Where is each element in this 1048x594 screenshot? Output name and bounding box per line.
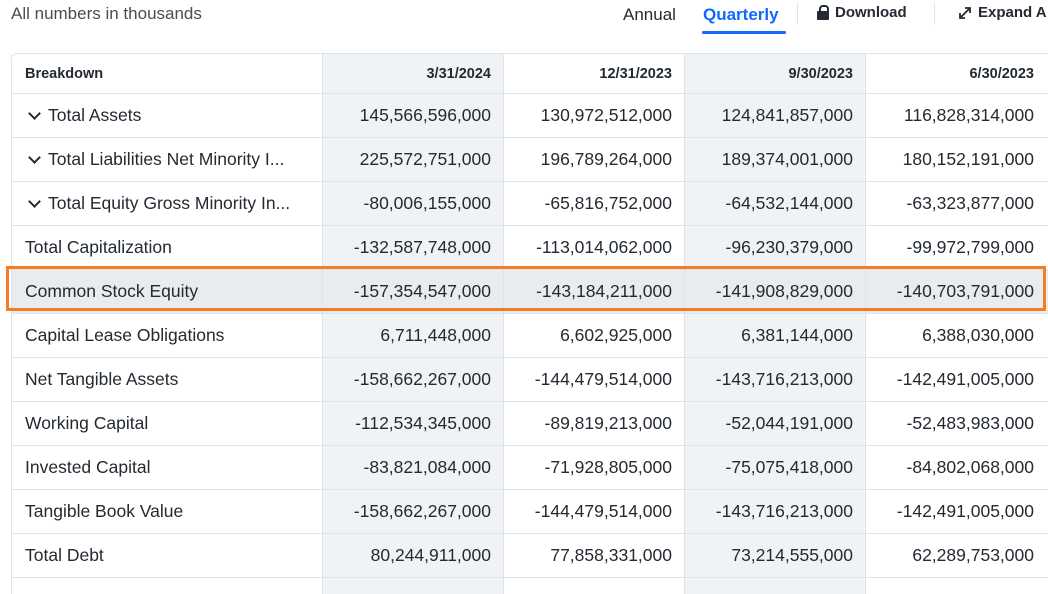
table-cell: -112,534,345,000 [355,413,491,433]
row-label: Working Capital [25,413,149,433]
table-row: Working Capital -112,534,345,000 -89,819… [12,402,1048,446]
table-cell: -89,819,213,000 [544,413,672,433]
chevron-down-icon[interactable] [28,106,41,120]
table-cell: -113,014,062,000 [536,237,672,257]
table-row: Total Debt 80,244,911,000 77,858,331,000… [12,534,1048,578]
column-header-date: 12/31/2023 [599,65,672,82]
table-cell: 124,841,857,000 [721,105,853,125]
table-cell: -132,587,748,000 [353,237,491,257]
table-cell: -142,491,005,000 [896,369,1034,389]
lock-icon [817,5,829,20]
column-divider [865,54,866,594]
table-cell: -158,662,267,000 [353,369,491,389]
table-row: Invested Capital -83,821,084,000 -71,928… [12,446,1048,490]
table-cell: -52,483,983,000 [906,413,1034,433]
table-cell: -99,972,799,000 [906,237,1034,257]
table-cell: -143,716,213,000 [715,501,853,521]
row-label-text: Total Assets [48,105,142,125]
table-cell: 6,388,030,000 [922,325,1034,345]
table-cell: 80,244,911,000 [370,545,491,565]
table-row[interactable]: Total Equity Gross Minority In... -80,00… [12,182,1048,226]
highlight-outline [6,266,1046,311]
table-header-row: Breakdown 3/31/2024 12/31/2023 9/30/2023… [12,54,1048,94]
table-cell: 6,711,448,000 [380,325,491,345]
row-label: Total Capitalization [25,237,172,257]
table-row[interactable]: Total Liabilities Net Minority I... 225,… [12,138,1048,182]
table-cell: 77,858,331,000 [550,545,672,565]
expand-label: Expand A [978,4,1047,21]
column-divider [684,54,685,594]
row-label: Total Debt [25,545,104,565]
row-label: Tangible Book Value [25,501,184,521]
table-cell: -65,816,752,000 [544,193,672,213]
table-cell: -80,006,155,000 [363,193,491,213]
table-row: Capital Lease Obligations 6,711,448,000 … [12,314,1048,358]
download-label: Download [835,4,907,21]
download-button[interactable]: Download [817,4,907,21]
table-cell: -71,928,805,000 [544,457,672,477]
table-cell: -96,230,379,000 [725,237,853,257]
table-cell: -63,323,877,000 [906,193,1034,213]
expand-all-button[interactable]: Expand A [958,4,1047,21]
table-row: Tangible Book Value -158,662,267,000 -14… [12,490,1048,534]
table-cell: 73,214,555,000 [731,545,853,565]
active-tab-indicator [702,31,786,34]
table-cell: -158,662,267,000 [353,501,491,521]
table-cell: 145,566,596,000 [359,105,491,125]
column-divider [503,54,504,594]
toolbar-divider [797,3,798,25]
table-cell: 62,289,753,000 [912,545,1034,565]
table-cell: -84,802,068,000 [906,457,1034,477]
table-cell: 6,602,925,000 [560,325,672,345]
column-header-date: 3/31/2024 [426,65,491,82]
table-row: Net Tangible Assets -158,662,267,000 -14… [12,358,1048,402]
row-label[interactable]: Total Assets [25,94,315,137]
period-toolbar: Annual Quarterly Download Expand A [0,0,1048,40]
expand-arrows-icon [959,6,971,19]
table-cell: -144,479,514,000 [534,501,672,521]
column-header-date: 6/30/2023 [969,65,1034,82]
breadcrumb-header: Breakdown [25,65,104,82]
balance-sheet-table: Breakdown 3/31/2024 12/31/2023 9/30/2023… [11,53,1048,594]
toolbar-divider [934,3,935,25]
table-cell: -52,044,191,000 [725,413,853,433]
column-divider [322,54,323,594]
row-label: Capital Lease Obligations [25,325,225,345]
table-cell: 6,381,144,000 [741,325,853,345]
table-cell: -75,075,418,000 [725,457,853,477]
table-cell: -144,479,514,000 [534,369,672,389]
tab-quarterly[interactable]: Quarterly [703,5,779,25]
row-label[interactable]: Total Liabilities Net Minority I... [25,138,315,181]
chevron-down-icon[interactable] [28,150,41,164]
column-header-date: 9/30/2023 [788,65,853,82]
row-label: Net Tangible Assets [25,369,179,389]
table-cell: 225,572,751,000 [359,149,491,169]
table-cell: 189,374,001,000 [721,149,853,169]
row-label-text: Total Liabilities Net Minority I... [48,149,285,169]
table-cell: -83,821,084,000 [363,457,491,477]
table-cell: 196,789,264,000 [540,149,672,169]
tab-annual[interactable]: Annual [623,5,676,25]
table-cell: -64,532,144,000 [725,193,853,213]
table-cell: 180,152,191,000 [902,149,1034,169]
table-cell: -142,491,005,000 [896,501,1034,521]
table-cell: 130,972,512,000 [540,105,672,125]
table-cell: -143,716,213,000 [715,369,853,389]
row-label[interactable]: Total Equity Gross Minority In... [25,182,315,225]
table-row[interactable]: Total Assets 145,566,596,000 130,972,512… [12,94,1048,138]
table-row: Total Capitalization -132,587,748,000 -1… [12,226,1048,270]
table-cell: 116,828,314,000 [903,105,1034,125]
row-label: Invested Capital [25,457,151,477]
chevron-down-icon[interactable] [28,194,41,208]
row-label-text: Total Equity Gross Minority In... [48,193,291,213]
